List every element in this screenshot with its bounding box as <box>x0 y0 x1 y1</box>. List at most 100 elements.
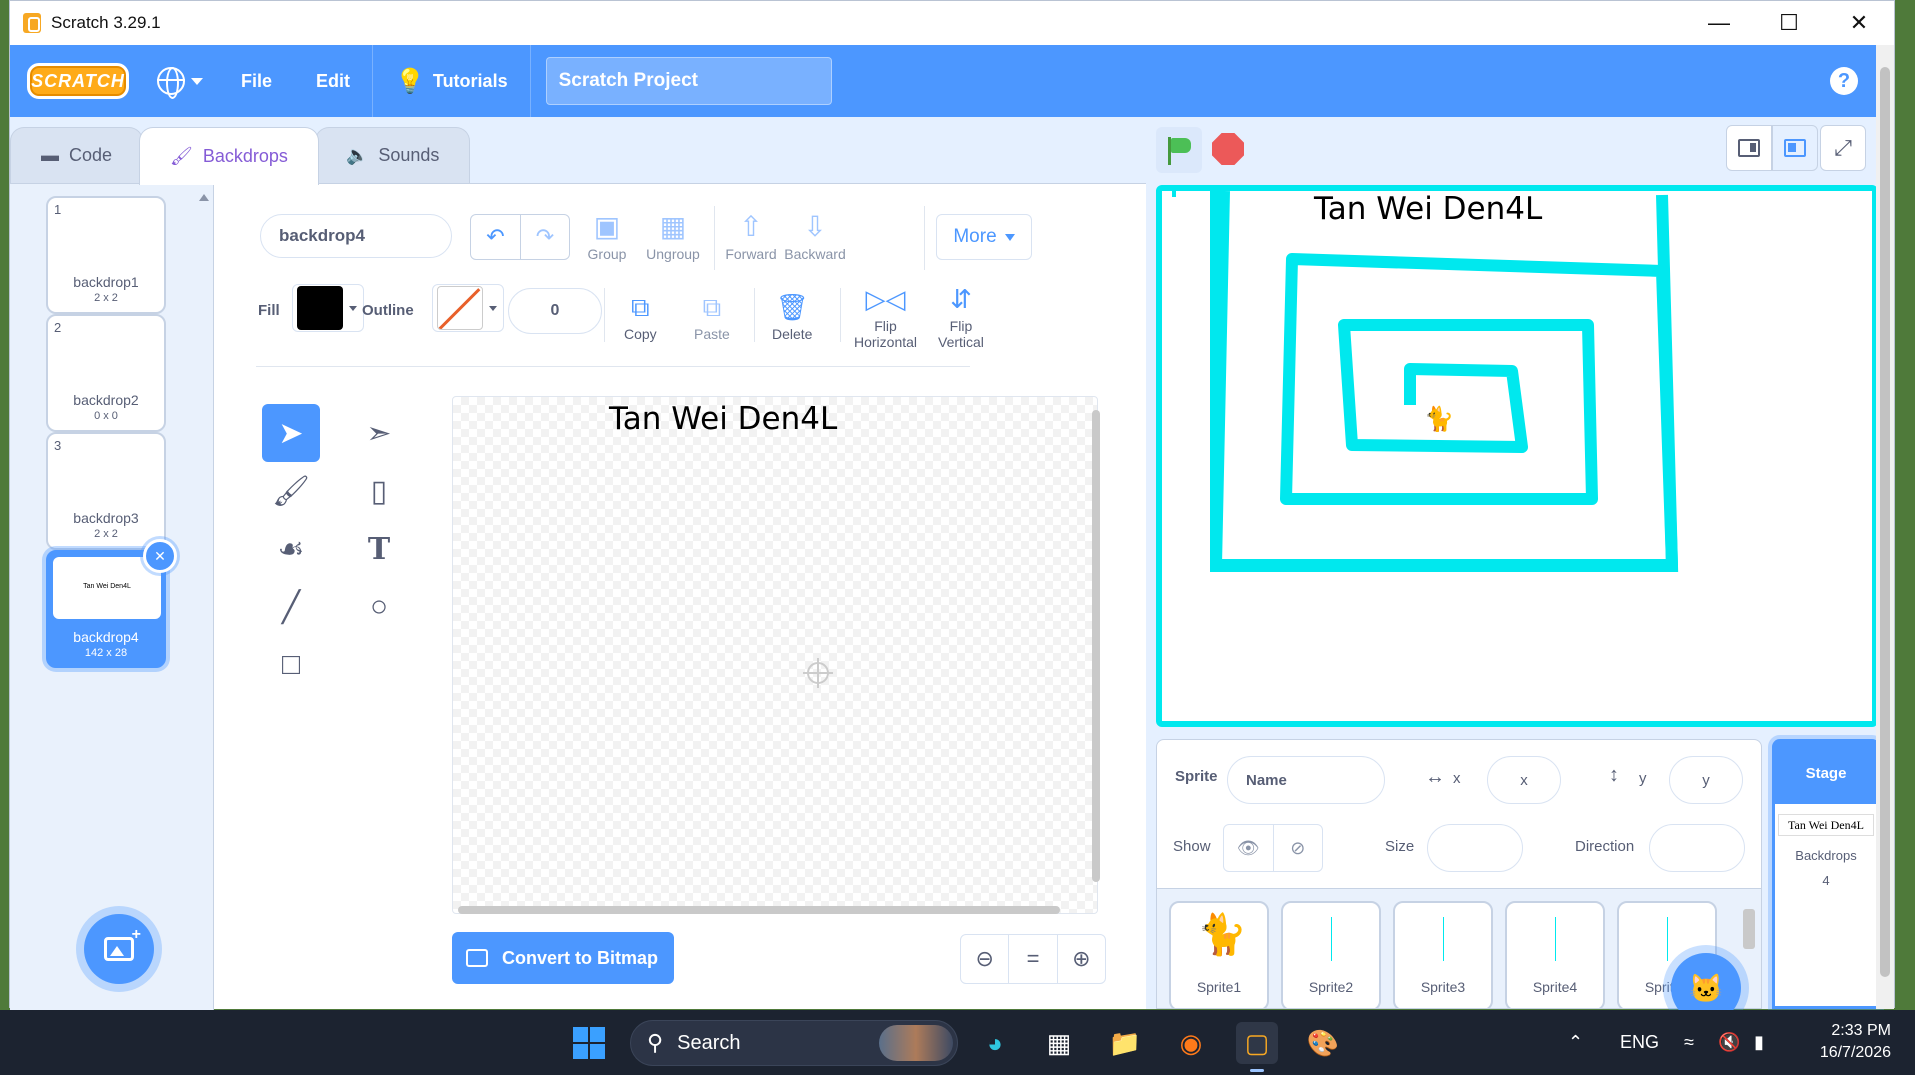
wifi-icon[interactable]: ≈ <box>1684 1010 1694 1075</box>
flip-h-label-1: Flip <box>874 318 897 334</box>
zoom-out-button[interactable]: ⊖ <box>961 935 1008 983</box>
edge-icon[interactable]: ◕ <box>974 1022 1016 1064</box>
window-scrollbar[interactable] <box>1876 45 1894 1009</box>
size-input[interactable] <box>1427 824 1523 872</box>
scratch-taskbar-icon[interactable]: ▢ <box>1236 1022 1278 1072</box>
size-label: Size <box>1385 838 1415 855</box>
stage-canvas[interactable]: Tan Wei Den4L 🐈 <box>1156 185 1878 727</box>
start-button[interactable] <box>568 1022 610 1064</box>
show-sprite-button[interactable]: 👁 <box>1224 825 1273 871</box>
green-flag-button[interactable] <box>1156 127 1202 173</box>
rectangle-tool[interactable]: □ <box>262 636 320 694</box>
outline-width-input[interactable]: 0 <box>508 288 602 334</box>
fullscreen-button[interactable]: ⤢ <box>1820 125 1866 171</box>
text-tool[interactable]: T <box>350 520 408 578</box>
language-menu[interactable] <box>141 45 219 117</box>
choose-backdrop-button[interactable] <box>84 914 154 984</box>
backdrop-item[interactable]: 2 backdrop2 0 x 0 <box>46 314 166 432</box>
sprite-tile[interactable]: Sprite2 <box>1281 901 1381 1008</box>
y-input[interactable]: y <box>1669 756 1743 804</box>
canvas-text: Tan Wei Den4L <box>609 401 838 437</box>
backward-button[interactable]: ⇩ Backward <box>780 210 850 262</box>
outline-color-picker[interactable] <box>432 284 504 332</box>
x-label: x <box>1453 770 1461 787</box>
canvas-horizontal-scrollbar[interactable] <box>458 906 1060 914</box>
x-input[interactable]: x <box>1487 756 1561 804</box>
globe-icon <box>157 67 185 99</box>
more-button[interactable]: More <box>936 214 1032 260</box>
flip-horizontal-button[interactable]: ▷◁ Flip Horizontal <box>854 284 917 350</box>
delete-backdrop-button[interactable]: ✕ <box>143 539 177 573</box>
windows-icon <box>573 1027 605 1059</box>
cat-sprite-icon[interactable]: 🐈 <box>1424 405 1454 434</box>
tray-overflow-icon[interactable]: ⌃ <box>1568 1010 1583 1075</box>
delete-button[interactable]: 🗑 Delete <box>772 292 812 342</box>
convert-to-bitmap-button[interactable]: Convert to Bitmap <box>452 932 674 984</box>
scrollbar-thumb[interactable] <box>1880 67 1890 977</box>
stop-button[interactable] <box>1212 133 1244 165</box>
maximize-button[interactable]: ☐ <box>1754 1 1824 45</box>
select-tool[interactable]: ➤ <box>262 404 320 462</box>
fullscreen-icon: ⤢ <box>1834 135 1852 160</box>
zoom-reset-button[interactable]: = <box>1008 935 1056 983</box>
paste-button[interactable]: ⧉ Paste <box>694 292 730 342</box>
project-title-input[interactable]: Scratch Project <box>545 57 832 105</box>
sprite-list-scrollbar[interactable] <box>1743 909 1755 949</box>
tab-backdrops[interactable]: 🖌 Backdrops <box>139 127 319 185</box>
paint-canvas[interactable]: Tan Wei Den4L <box>452 396 1098 914</box>
direction-input[interactable] <box>1649 824 1745 872</box>
tab-code[interactable]: ▬ Code <box>10 127 144 183</box>
group-button[interactable]: ▣ Group <box>572 210 642 262</box>
large-stage-button[interactable] <box>1772 125 1818 171</box>
tutorials-menu[interactable]: 💡 Tutorials <box>373 45 530 117</box>
sprite-tile[interactable]: Sprite4 <box>1505 901 1605 1008</box>
speaker-icon: 🔈 <box>345 145 369 165</box>
reshape-tool[interactable]: ➣ <box>350 404 408 462</box>
fill-tool[interactable]: ☙ <box>262 520 320 578</box>
undo-button[interactable]: ↶ <box>471 215 520 259</box>
edit-menu[interactable]: Edit <box>294 45 372 117</box>
store-icon[interactable]: ▦ <box>1038 1022 1080 1064</box>
brush-tool[interactable]: 🖌 <box>262 462 320 520</box>
volume-muted-icon[interactable]: 🔇 <box>1718 1010 1740 1075</box>
file-menu[interactable]: File <box>219 45 294 117</box>
scratch-window: Scratch 3.29.1 — ☐ ✕ SCRATCH File Edit 💡… <box>9 0 1895 1075</box>
paint-icon[interactable]: 🎨 <box>1302 1022 1344 1064</box>
ungroup-button[interactable]: ▦ Ungroup <box>638 210 708 262</box>
stage-selector[interactable]: Stage Tan Wei Den4L Backdrops 4 <box>1772 739 1880 1009</box>
file-explorer-icon[interactable]: 📁 <box>1104 1022 1146 1064</box>
copy-button[interactable]: ⧉ Copy <box>624 292 657 342</box>
taskbar-search[interactable]: ⚲ Search <box>630 1020 958 1066</box>
small-stage-button[interactable] <box>1726 125 1772 171</box>
tab-sounds[interactable]: 🔈 Sounds <box>314 127 471 183</box>
firefox-icon[interactable]: ◉ <box>1170 1022 1212 1064</box>
eraser-tool[interactable]: ▯ <box>350 462 408 520</box>
language-indicator[interactable]: ENG <box>1620 1010 1659 1075</box>
forward-button[interactable]: ⇧ Forward <box>716 210 786 262</box>
sprite-name: Sprite1 <box>1196 979 1242 995</box>
clock[interactable]: 2:33 PM 16/7/2026 <box>1820 1020 1891 1064</box>
help-button[interactable]: ? <box>1830 67 1858 95</box>
line-tool[interactable]: ╱ <box>262 578 320 636</box>
tab-label: Sounds <box>378 145 440 165</box>
backdrop-editor: 1 backdrop1 2 x 2 2 backdrop2 0 x 0 3 ba… <box>10 183 1146 1010</box>
fill-color-picker[interactable] <box>292 284 364 332</box>
battery-icon[interactable]: ▮ <box>1754 1010 1764 1075</box>
sprite-tile[interactable]: 🐈 Sprite1 <box>1169 901 1269 1008</box>
scroll-up-arrow[interactable] <box>199 194 209 201</box>
canvas-vertical-scrollbar[interactable] <box>1092 410 1100 882</box>
backdrop-item[interactable]: 3 backdrop3 2 x 2 <box>46 432 166 550</box>
zoom-in-button[interactable]: ⊕ <box>1056 935 1105 983</box>
hide-sprite-button[interactable]: ⊘ <box>1272 825 1323 871</box>
close-button[interactable]: ✕ <box>1824 1 1894 45</box>
flip-vertical-button[interactable]: ⇵ Flip Vertical <box>938 284 984 350</box>
sprite-tile[interactable]: Sprite3 <box>1393 901 1493 1008</box>
scratch-logo[interactable]: SCRATCH <box>27 63 129 99</box>
circle-tool[interactable]: ○ <box>350 578 408 636</box>
redo-button[interactable]: ↷ <box>520 215 569 259</box>
sprite-name-input[interactable]: Name <box>1227 756 1385 804</box>
backdrop-item-selected[interactable]: Tan Wei Den4L 4 backdrop4 142 x 28 ✕ <box>46 539 177 668</box>
backdrop-item[interactable]: 1 backdrop1 2 x 2 <box>46 196 166 314</box>
costume-name-input[interactable]: backdrop4 <box>260 214 452 258</box>
minimize-button[interactable]: — <box>1684 1 1754 45</box>
